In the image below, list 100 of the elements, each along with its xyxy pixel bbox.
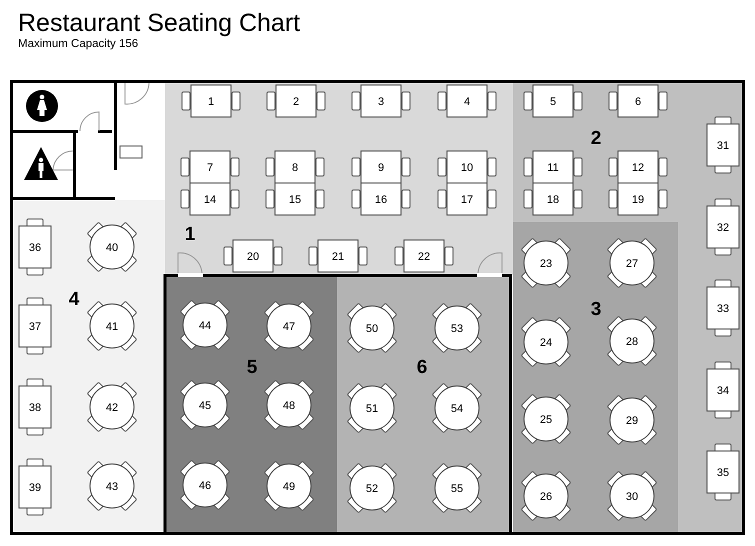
table-number: 1: [208, 96, 214, 108]
table-with-chairs[interactable]: [352, 182, 410, 216]
table-with-chairs[interactable]: [520, 470, 572, 522]
table-with-chairs[interactable]: [86, 300, 138, 352]
table-number: 14: [204, 194, 216, 206]
table-with-chairs[interactable]: [346, 382, 398, 434]
table-with-chairs[interactable]: [86, 460, 138, 512]
table-with-chairs[interactable]: [706, 362, 740, 418]
table-with-chairs[interactable]: [308, 240, 368, 272]
table-with-chairs[interactable]: [352, 84, 410, 118]
table-number: 19: [632, 194, 644, 206]
table-with-chairs[interactable]: [86, 382, 138, 432]
table-with-chairs[interactable]: [606, 394, 658, 446]
table-with-chairs[interactable]: [606, 238, 658, 288]
table-with-chairs[interactable]: [264, 380, 314, 430]
table-number: 30: [626, 491, 638, 503]
table-with-chairs[interactable]: [520, 316, 572, 368]
table-with-chairs[interactable]: [438, 182, 496, 216]
table-with-chairs[interactable]: [608, 84, 668, 118]
table-number: 32: [716, 222, 730, 234]
table-number: 52: [366, 483, 378, 495]
table-with-chairs[interactable]: [346, 302, 398, 354]
table-with-chairs[interactable]: [264, 300, 314, 352]
table-with-chairs[interactable]: [608, 182, 668, 216]
door-swing-icon: [178, 252, 202, 274]
table-with-chairs[interactable]: [706, 280, 740, 336]
table-number: 31: [716, 140, 730, 152]
table-number: 18: [546, 194, 560, 206]
table-number: 42: [106, 402, 118, 414]
table-number: 35: [716, 467, 730, 479]
table-with-chairs[interactable]: [524, 182, 582, 216]
capacity-subtitle: Maximum Capacity 156: [18, 38, 140, 52]
table-with-chairs[interactable]: [524, 150, 582, 184]
doorway: [477, 273, 502, 277]
table-number: 41: [106, 321, 118, 333]
zone-number: 6: [416, 357, 428, 378]
table-with-chairs[interactable]: [606, 470, 658, 522]
table-number: 45: [198, 400, 212, 412]
table-with-chairs[interactable]: [520, 394, 572, 444]
table-number: 29: [626, 415, 638, 427]
table-number: 26: [540, 491, 552, 503]
door-swing-icon: [124, 82, 150, 105]
table-with-chairs[interactable]: [608, 150, 668, 184]
table-number: 4: [464, 96, 470, 108]
table-number: 22: [418, 251, 430, 263]
table-with-chairs[interactable]: [180, 380, 230, 430]
table-number: 53: [450, 323, 464, 335]
table-with-chairs[interactable]: [180, 150, 240, 184]
table-with-chairs[interactable]: [394, 240, 454, 272]
table-with-chairs[interactable]: [180, 460, 230, 510]
table-with-chairs[interactable]: [18, 378, 52, 436]
table-number: 49: [282, 481, 296, 493]
table-number: 20: [246, 251, 260, 263]
table-with-chairs[interactable]: [438, 84, 496, 118]
table-with-chairs[interactable]: [18, 218, 52, 276]
table-with-chairs[interactable]: [432, 462, 482, 514]
table-with-chairs[interactable]: [86, 222, 138, 272]
table-with-chairs[interactable]: [18, 298, 52, 354]
table-with-chairs[interactable]: [606, 316, 658, 366]
doorway: [178, 273, 203, 277]
table-with-chairs[interactable]: [520, 238, 572, 288]
zone-number: 2: [590, 128, 602, 149]
table-number: 10: [460, 162, 474, 174]
table-with-chairs[interactable]: [346, 462, 398, 514]
table-number: 44: [198, 320, 212, 332]
table-number: 50: [366, 323, 378, 335]
table-number: 23: [540, 258, 552, 270]
door-swing-icon: [80, 112, 100, 132]
table-number: 8: [292, 162, 298, 174]
table-with-chairs[interactable]: [264, 460, 314, 512]
table-with-chairs[interactable]: [180, 182, 240, 216]
table-with-chairs[interactable]: [266, 150, 324, 184]
table-with-chairs[interactable]: [18, 458, 52, 516]
table-with-chairs[interactable]: [266, 84, 326, 118]
table-number: 36: [28, 242, 42, 254]
table-with-chairs[interactable]: [706, 116, 740, 174]
table-number: 28: [626, 336, 638, 348]
table-number: 5: [550, 96, 556, 108]
table-with-chairs[interactable]: [432, 302, 482, 354]
zone-number: 5: [246, 357, 258, 378]
door-swing-icon: [52, 150, 74, 170]
table-with-chairs[interactable]: [182, 84, 240, 118]
table-with-chairs[interactable]: [224, 240, 282, 272]
table-with-chairs[interactable]: [432, 382, 482, 434]
table-number: 37: [28, 321, 42, 333]
table-with-chairs[interactable]: [524, 84, 582, 118]
table-number: 33: [716, 303, 730, 315]
table-with-chairs[interactable]: [706, 198, 740, 256]
table-number: 7: [206, 162, 214, 174]
table-number: 25: [540, 414, 552, 426]
table-with-chairs[interactable]: [438, 150, 496, 184]
table-number: 3: [378, 96, 384, 108]
table-with-chairs[interactable]: [706, 444, 740, 500]
table-number: 48: [282, 400, 296, 412]
table-with-chairs[interactable]: [352, 150, 410, 184]
table-with-chairs[interactable]: [266, 182, 324, 216]
table-with-chairs[interactable]: [180, 300, 230, 350]
men-restroom-icon: [24, 147, 58, 180]
table-number: 21: [332, 251, 344, 263]
table-number: 16: [374, 194, 388, 206]
